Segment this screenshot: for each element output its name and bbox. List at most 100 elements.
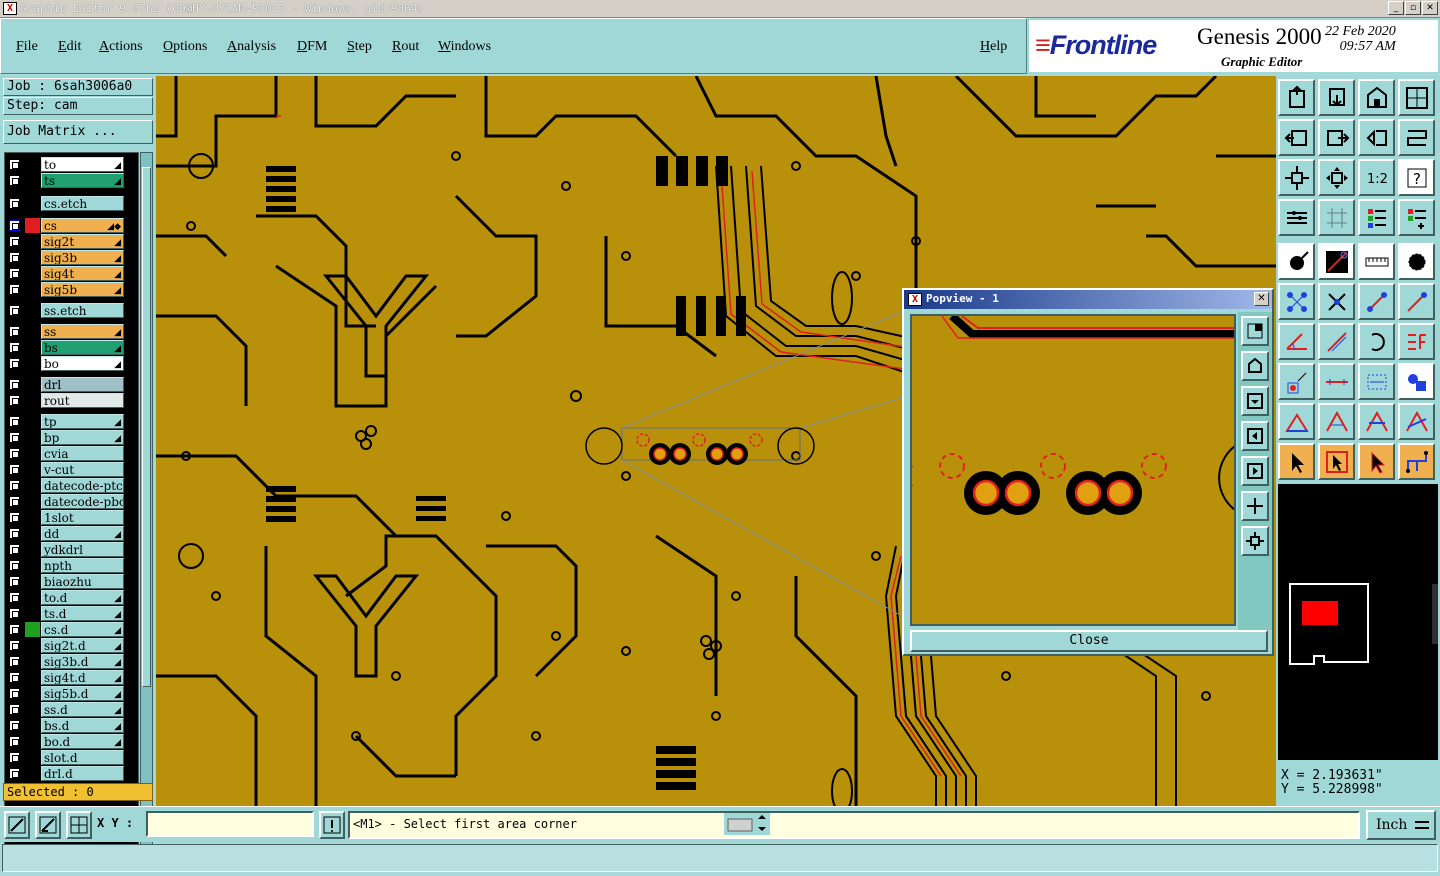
- layer-checkbox[interactable]: [9, 326, 20, 337]
- menu-edit[interactable]: Edit: [58, 39, 81, 55]
- layer-checkbox[interactable]: [9, 672, 20, 683]
- layer-checkbox[interactable]: [9, 544, 20, 555]
- layer-name[interactable]: ss.etch: [41, 303, 124, 318]
- layer-row-sig5b.d[interactable]: sig5b.d ◢: [5, 686, 127, 701]
- layer-row-bs[interactable]: bs ◢: [5, 340, 127, 355]
- layer-name[interactable]: sig2t.d ◢: [41, 638, 124, 653]
- line-icon[interactable]: [1278, 323, 1315, 360]
- menu-actions[interactable]: Actions: [99, 39, 143, 55]
- help-icon[interactable]: ?: [1398, 159, 1435, 196]
- cursor-icon[interactable]: [1278, 443, 1315, 480]
- layer-checkbox[interactable]: [9, 252, 20, 263]
- branch-icon[interactable]: [1398, 443, 1435, 480]
- layer-row-cs.d[interactable]: cs.d ◢: [5, 622, 127, 637]
- layer-checkbox[interactable]: [9, 512, 20, 523]
- layer-name[interactable]: cs.d ◢: [41, 622, 124, 637]
- layer-checkbox[interactable]: [9, 448, 20, 459]
- layer-row-bp[interactable]: bp ◢: [5, 430, 127, 445]
- layer-row-sig4t.d[interactable]: sig4t.d ◢: [5, 670, 127, 685]
- layer-name[interactable]: npth: [41, 558, 124, 573]
- layer-checkbox[interactable]: [9, 704, 20, 715]
- layer-checkbox[interactable]: [9, 528, 20, 539]
- layer-row-drl[interactable]: drl: [5, 377, 127, 392]
- layer-checkbox[interactable]: [9, 592, 20, 603]
- layers-icon[interactable]: [1358, 199, 1395, 236]
- layer-row-to.d[interactable]: to.d ◢: [5, 590, 127, 605]
- grid-snap-icon[interactable]: [66, 811, 92, 839]
- cursor2-icon[interactable]: [1318, 443, 1355, 480]
- layer-name[interactable]: datecode-pbc: [41, 494, 124, 509]
- layer-row-sig2t[interactable]: sig2t ◢: [5, 234, 127, 249]
- layer-row-tp[interactable]: tp ◢: [5, 414, 127, 429]
- node-icon[interactable]: [1278, 283, 1315, 320]
- layer-checkbox[interactable]: [9, 688, 20, 699]
- layer-checkbox[interactable]: [9, 358, 20, 369]
- layer-name[interactable]: sig3b ◢: [41, 250, 124, 265]
- menu-rout[interactable]: Rout: [392, 39, 419, 55]
- menu-help[interactable]: Help: [980, 39, 1007, 55]
- layer-name[interactable]: sig3b.d ◢: [41, 654, 124, 669]
- ruler-icon[interactable]: [1358, 243, 1395, 280]
- layer-name[interactable]: dd ◢: [41, 526, 124, 541]
- layer-row-dd[interactable]: dd ◢: [5, 526, 127, 541]
- layer-row-1slot[interactable]: 1slot: [5, 510, 127, 525]
- layer-checkbox[interactable]: [9, 720, 20, 731]
- keyboard-icon[interactable]: [724, 813, 770, 835]
- layer-row-ydkdrl[interactable]: ydkdrl: [5, 542, 127, 557]
- home-icon[interactable]: [1278, 79, 1315, 116]
- menu-windows[interactable]: Windows: [438, 39, 491, 55]
- left-icon[interactable]: [1278, 119, 1315, 156]
- layer-name[interactable]: bo.d ◢: [41, 734, 124, 749]
- layer-name[interactable]: ss ◢: [41, 324, 124, 339]
- layer-row-bs.d[interactable]: bs.d ◢: [5, 718, 127, 733]
- xy-input[interactable]: [146, 811, 314, 837]
- ratio-icon[interactable]: 1:2: [1358, 159, 1395, 196]
- layer-checkbox[interactable]: [9, 268, 20, 279]
- layer-row-datecode-pbc[interactable]: datecode-pbc: [5, 494, 127, 509]
- layer-row-drl.d[interactable]: drl.d: [5, 766, 127, 781]
- popview-fit-icon[interactable]: [1241, 491, 1269, 521]
- layer-row-cs[interactable]: cs ◢◆: [5, 218, 127, 233]
- layer-name[interactable]: ts.d ◢: [41, 606, 124, 621]
- menu-analysis[interactable]: Analysis: [227, 39, 276, 55]
- layer-row-sig3b.d[interactable]: sig3b.d ◢: [5, 654, 127, 669]
- layer-checkbox[interactable]: [9, 305, 20, 316]
- layer-row-cs.etch[interactable]: cs.etch: [5, 196, 127, 211]
- grid-icon[interactable]: [1318, 199, 1355, 236]
- popview-zoom-icon[interactable]: [1241, 316, 1269, 346]
- layer-checkbox[interactable]: [9, 480, 20, 491]
- zoom-fit-icon[interactable]: [1278, 159, 1315, 196]
- layer-checkbox[interactable]: [9, 496, 20, 507]
- layer-name[interactable]: bo ◢: [41, 356, 124, 371]
- menu-options[interactable]: Options: [163, 39, 207, 55]
- layer-name[interactable]: datecode-ptc: [41, 478, 124, 493]
- snap-icon[interactable]: [1398, 119, 1435, 156]
- layer-row-ts[interactable]: ts ◢: [5, 173, 127, 188]
- layer-name[interactable]: sig2t ◢: [41, 234, 124, 249]
- layer-checkbox[interactable]: [9, 768, 20, 779]
- layer-checkbox[interactable]: [9, 342, 20, 353]
- layer-row-sig5b[interactable]: sig5b ◢: [5, 282, 127, 297]
- layer-name[interactable]: cs ◢◆: [41, 218, 124, 233]
- layer-name[interactable]: 1slot: [41, 510, 124, 525]
- layer-row-cvia[interactable]: cvia: [5, 446, 127, 461]
- layer-name[interactable]: ydkdrl: [41, 542, 124, 557]
- next-icon[interactable]: [1318, 79, 1355, 116]
- poly2-icon[interactable]: [1358, 403, 1395, 440]
- layer-name[interactable]: rout: [41, 393, 124, 408]
- minimize-button[interactable]: _: [1388, 1, 1404, 15]
- snap-icon[interactable]: [35, 811, 61, 839]
- popview-close-button[interactable]: Close: [910, 630, 1268, 652]
- layer-checkbox[interactable]: [9, 608, 20, 619]
- layer-row-rout[interactable]: rout: [5, 393, 127, 408]
- layer-name[interactable]: slot.d: [41, 750, 124, 765]
- net-icon[interactable]: [1318, 243, 1355, 280]
- alert-icon[interactable]: [319, 811, 345, 839]
- layer-name[interactable]: drl.d: [41, 766, 124, 781]
- layer-scrollbar[interactable]: [140, 152, 153, 855]
- popview-canvas[interactable]: [910, 314, 1236, 626]
- layer-checkbox[interactable]: [9, 752, 20, 763]
- layer-row-sig4t[interactable]: sig4t ◢: [5, 266, 127, 281]
- cross-icon[interactable]: [1318, 283, 1355, 320]
- layer-checkbox[interactable]: [9, 198, 20, 209]
